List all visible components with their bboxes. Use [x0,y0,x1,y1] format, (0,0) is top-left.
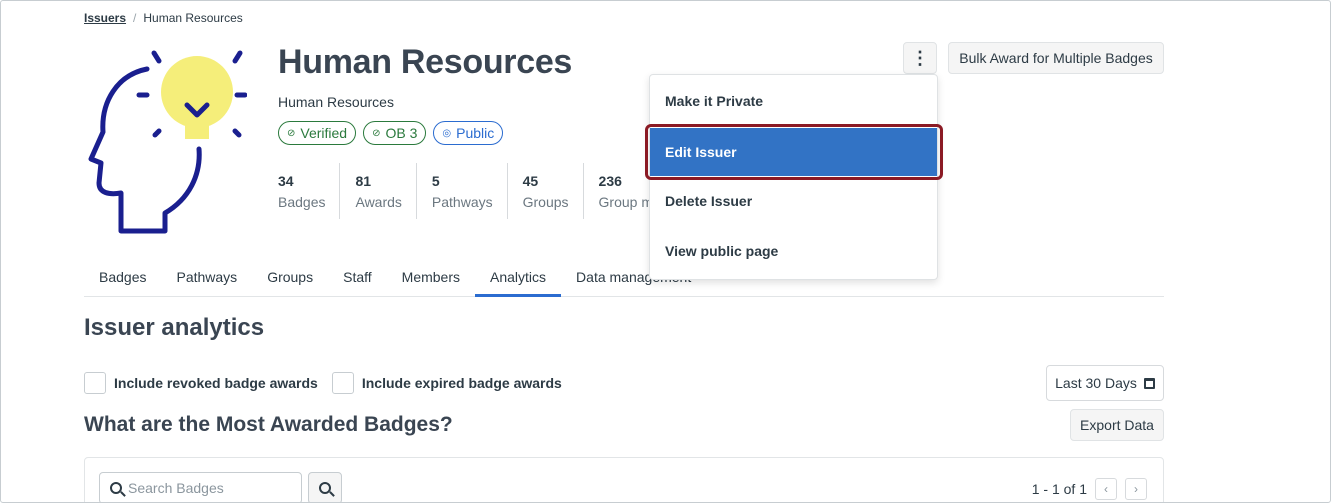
chevron-left-icon[interactable]: ‹ [1095,478,1117,500]
stat-value: 45 [522,173,539,189]
breadcrumb: Issuers / Human Resources [84,11,243,25]
breadcrumb-current: Human Resources [143,11,243,25]
menu-item-view-public-page[interactable]: View public page [650,227,937,275]
more-options-button[interactable]: ⋮ [903,42,937,74]
vertical-ellipsis-icon: ⋮ [911,47,929,68]
calendar-icon [1143,377,1155,389]
checkbox-box[interactable] [331,372,354,394]
stat-value: 81 [355,173,372,189]
issuer-tabs: Badges Pathways Groups Staff Members Ana… [84,263,1164,297]
pagination: 1 - 1 of 1 ‹ › [1032,478,1147,500]
tab-members[interactable]: Members [387,263,475,297]
include-expired-checkbox[interactable]: Include expired badge awards [331,372,562,394]
issuer-tags: ⊘ Verified ⊘ OB 3 ◎ Public [278,121,504,145]
include-revoked-checkbox[interactable]: Include revoked badge awards [84,372,318,394]
checkbox-box[interactable] [84,372,106,394]
stat-label: Group m [598,194,654,210]
search-button[interactable] [308,472,342,502]
include-expired-label: Include expired badge awards [361,375,562,391]
export-data-button[interactable]: Export Data [1070,409,1164,441]
page-frame: Issuers / Human Resources Human Resource… [0,0,1331,503]
search-icon [110,482,122,494]
breadcrumb-separator: / [133,11,137,25]
tab-staff[interactable]: Staff [328,263,387,297]
search-placeholder: Search Badges [128,480,224,496]
issuer-subtitle: Human Resources [278,94,394,110]
include-revoked-label: Include revoked badge awards [114,375,318,391]
issuer-title: Human Resources [278,43,573,81]
bulk-award-button[interactable]: Bulk Award for Multiple Badges [948,42,1164,74]
most-awarded-title: What are the Most Awarded Badges? [84,413,453,436]
eye-icon: ◎ [442,127,452,139]
ob3-label: OB 3 [385,125,418,141]
stat-label: Awards [355,194,402,210]
menu-item-make-private[interactable]: Make it Private [650,77,937,125]
issuer-logo-head-lightbulb-icon [88,50,247,234]
stat-label: Pathways [431,194,493,210]
tab-pathways[interactable]: Pathways [161,263,252,297]
stat-groups: 45 Groups [506,163,583,219]
tab-badges[interactable]: Badges [84,263,161,297]
ob3-badge: ⊘ OB 3 [363,121,427,145]
stat-pathways: 5 Pathways [415,163,507,219]
search-icon [319,482,331,494]
tab-groups[interactable]: Groups [252,263,328,297]
menu-item-delete-issuer[interactable]: Delete Issuer [650,177,937,225]
analytics-filters: Include revoked badge awards Include exp… [84,372,562,394]
verified-label: Verified [300,125,348,141]
ob-icon: ⊘ [372,127,381,139]
check-circle-icon: ⊘ [287,127,296,139]
stat-label: Badges [278,194,326,210]
chevron-right-icon[interactable]: › [1125,478,1147,500]
analytics-title: Issuer analytics [84,314,265,341]
search-badges-field[interactable]: Search Badges [99,472,302,502]
public-label: Public [456,125,495,141]
stat-value: 5 [431,173,440,189]
stat-awards: 81 Awards [339,163,415,219]
public-badge: ◎ Public [433,121,504,145]
stat-badges: 34 Badges [278,163,339,219]
date-range-button[interactable]: Last 30 Days [1046,365,1164,401]
tab-analytics[interactable]: Analytics [475,263,562,297]
stat-label: Groups [522,194,569,210]
breadcrumb-issuers-link[interactable]: Issuers [84,11,126,25]
date-range-label: Last 30 Days [1055,375,1137,391]
highlight-callout [645,124,943,180]
most-awarded-card: Search Badges 1 - 1 of 1 ‹ › [84,457,1164,502]
issuer-stats: 34 Badges 81 Awards 5 Pathways 45 Groups… [278,163,667,219]
verified-badge: ⊘ Verified [278,121,357,145]
pagination-label: 1 - 1 of 1 [1031,481,1087,497]
stat-value: 34 [278,173,294,189]
